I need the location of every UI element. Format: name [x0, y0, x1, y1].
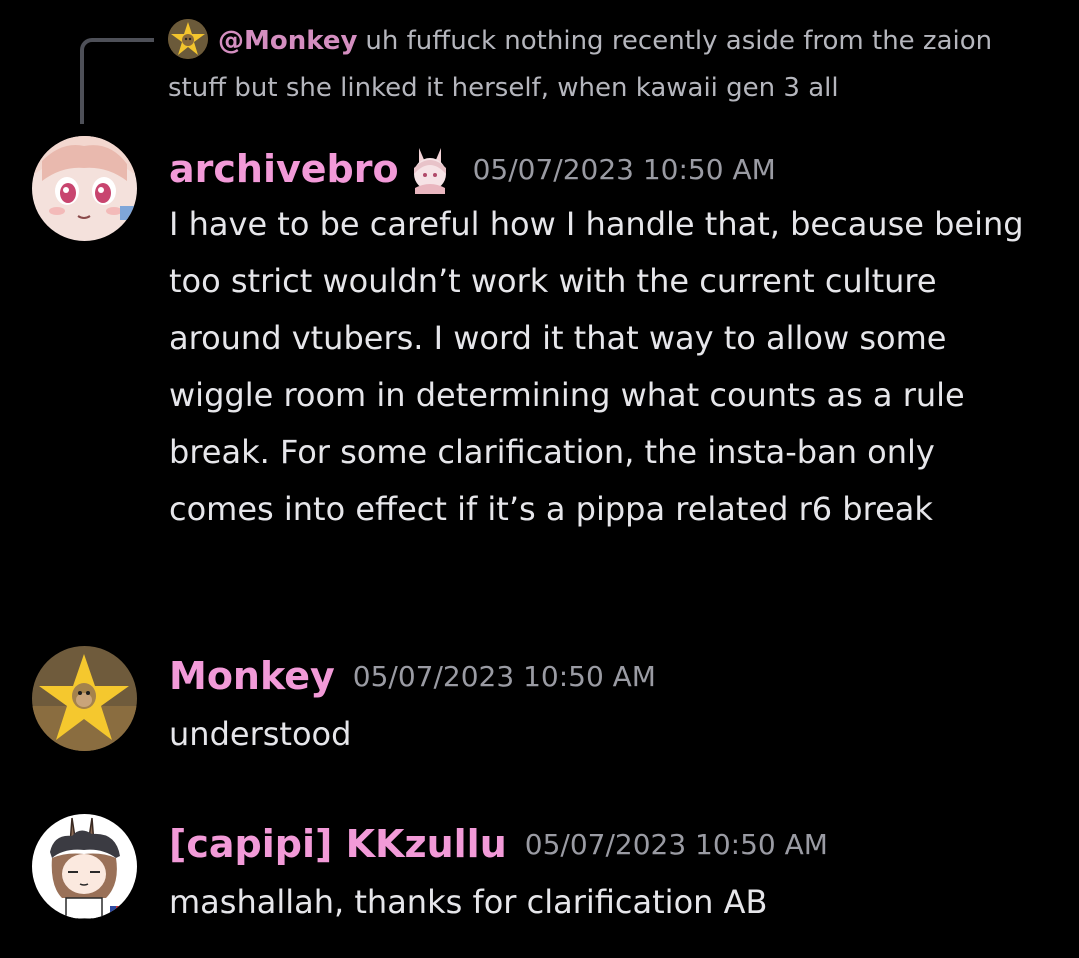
monkey-star-avatar-icon[interactable]: [32, 646, 137, 751]
message-text: I have to be careful how I handle that, …: [169, 205, 1024, 528]
message-header: Monkey 05/07/2023 10:50 AM: [169, 654, 656, 698]
timestamp: 05/07/2023 10:50 AM: [524, 827, 828, 861]
timestamp: 05/07/2023 10:50 AM: [352, 659, 656, 693]
message-text: understood: [169, 715, 352, 753]
reply-preview[interactable]: @Monkey uh fuffuck nothing recently aside…: [168, 18, 1048, 112]
rabbit-girl-badge-icon: [405, 144, 455, 194]
anime-girl-avatar-icon[interactable]: [32, 136, 137, 241]
monkey-star-avatar-icon[interactable]: [168, 18, 208, 59]
username[interactable]: [capipi] KKzullu: [169, 822, 507, 866]
message-text: mashallah, thanks for clarification AB: [169, 883, 768, 921]
message-header: archivebro 05/07/2023 10:50 AM: [169, 144, 776, 194]
bunny-ears-girl-avatar-icon[interactable]: [32, 814, 137, 919]
reply-connector-line: [80, 38, 154, 124]
username[interactable]: archivebro: [169, 147, 399, 191]
reply-mention[interactable]: @Monkey: [218, 26, 357, 56]
timestamp: 05/07/2023 10:50 AM: [472, 152, 776, 186]
message-header: [capipi] KKzullu 05/07/2023 10:50 AM: [169, 822, 828, 866]
username[interactable]: Monkey: [169, 654, 335, 698]
